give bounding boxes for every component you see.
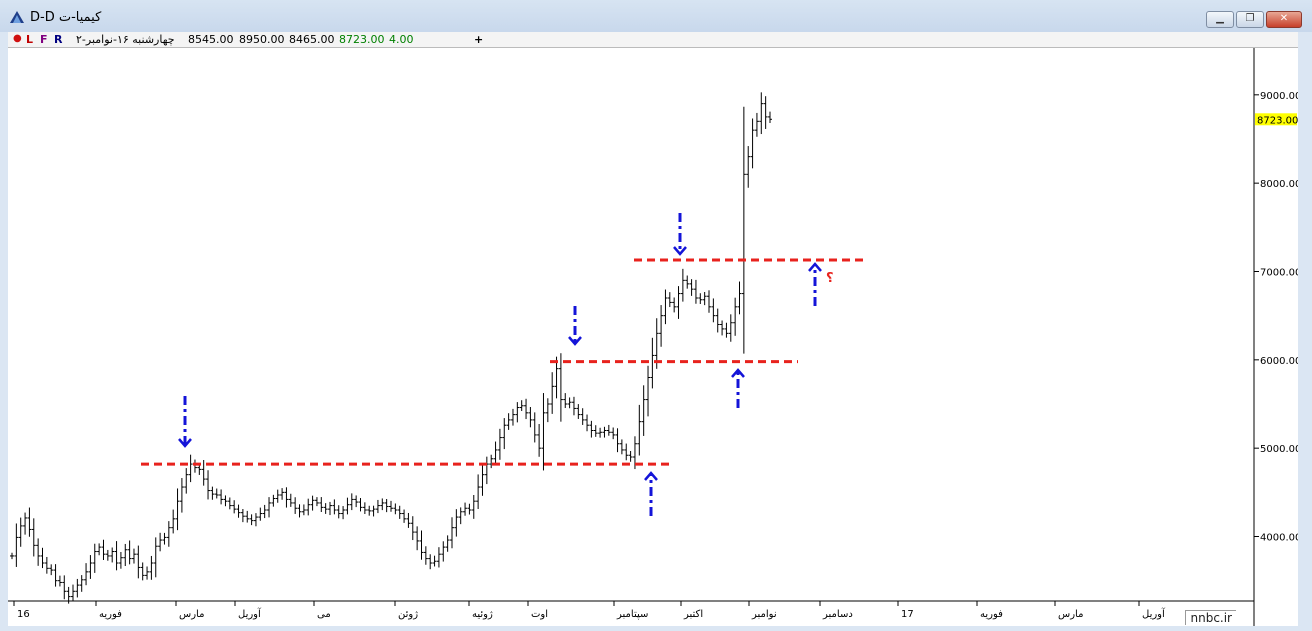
app-logo-icon	[10, 11, 24, 23]
time-tick-label: فوریه	[980, 609, 1003, 620]
low-value: 8465.00	[289, 33, 335, 46]
price-tick-label: 9000.00	[1260, 91, 1298, 102]
up-arrow-head	[808, 262, 822, 272]
f-toggle[interactable]: F	[40, 33, 48, 46]
last-price-label: 8723.00	[1257, 115, 1298, 126]
time-tick-label: مارس	[1058, 609, 1083, 620]
price-chart[interactable]: 4000.00 5000.00 6000.00 7000.00 8000.00 9000.…	[8, 48, 1301, 626]
time-tick-label: آوریل	[238, 607, 262, 620]
close-button[interactable]: ✕	[1266, 11, 1302, 28]
price-tick-label: 8000.00	[1260, 179, 1298, 190]
price-tick-label: 7000.00	[1260, 267, 1298, 278]
time-tick-label: نوامبر	[751, 609, 777, 620]
minimize-icon: ▁	[1216, 13, 1224, 24]
status-dot-icon: ●	[13, 33, 22, 44]
title-bar: D-D کیمیا-ت ▁ ❐ ✕	[0, 0, 1312, 32]
r-toggle[interactable]: R	[54, 33, 62, 46]
time-tick-label: مارس	[179, 609, 204, 620]
time-tick-label: 16	[17, 609, 30, 620]
maximize-icon: ❐	[1245, 13, 1255, 24]
time-tick-label: اکتبر	[683, 609, 703, 620]
time-tick-label: ژوئن	[398, 609, 418, 620]
app-window: D-D کیمیا-ت ▁ ❐ ✕ ● L F R چهارشنبه ۱۶-نو…	[0, 0, 1312, 631]
time-tick-label: سپتامبر	[616, 609, 648, 620]
symbol-info-bar: ● L F R چهارشنبه ۱۶-نوامبر-۲ 8545.00 895…	[8, 32, 1298, 48]
maximize-button[interactable]: ❐	[1236, 11, 1264, 28]
time-tick-label: فوریه	[99, 609, 122, 620]
question-mark-label: ؟	[826, 271, 834, 286]
time-tick-label: ژوئیه	[472, 609, 493, 620]
close-value: 8723.00	[339, 33, 385, 46]
time-tick-label: می	[317, 609, 331, 620]
open-value: 8545.00	[188, 33, 234, 46]
price-tick-label: 4000.00	[1260, 533, 1298, 544]
l-toggle[interactable]: L	[26, 33, 33, 46]
chart-panel[interactable]: 4000.00 5000.00 6000.00 7000.00 8000.00 9000.…	[8, 48, 1301, 626]
minimize-button[interactable]: ▁	[1206, 11, 1234, 28]
time-tick-label: 17	[901, 609, 914, 620]
change-value: 4.00	[389, 33, 414, 46]
add-symbol-button[interactable]: +	[474, 33, 483, 46]
high-value: 8950.00	[239, 33, 285, 46]
time-tick-label: آوریل	[1142, 607, 1166, 620]
close-icon: ✕	[1279, 13, 1289, 24]
price-tick-label: 5000.00	[1260, 444, 1298, 455]
watermark: nnbc.ir	[1185, 610, 1236, 625]
window-title: D-D کیمیا-ت	[30, 10, 102, 25]
time-tick-label: دسامبر	[822, 609, 853, 620]
time-tick-label: اوت	[531, 609, 548, 620]
price-tick-label: 6000.00	[1260, 356, 1298, 367]
bar-date: چهارشنبه ۱۶-نوامبر-۲	[76, 33, 175, 46]
up-arrow-head	[644, 471, 658, 481]
